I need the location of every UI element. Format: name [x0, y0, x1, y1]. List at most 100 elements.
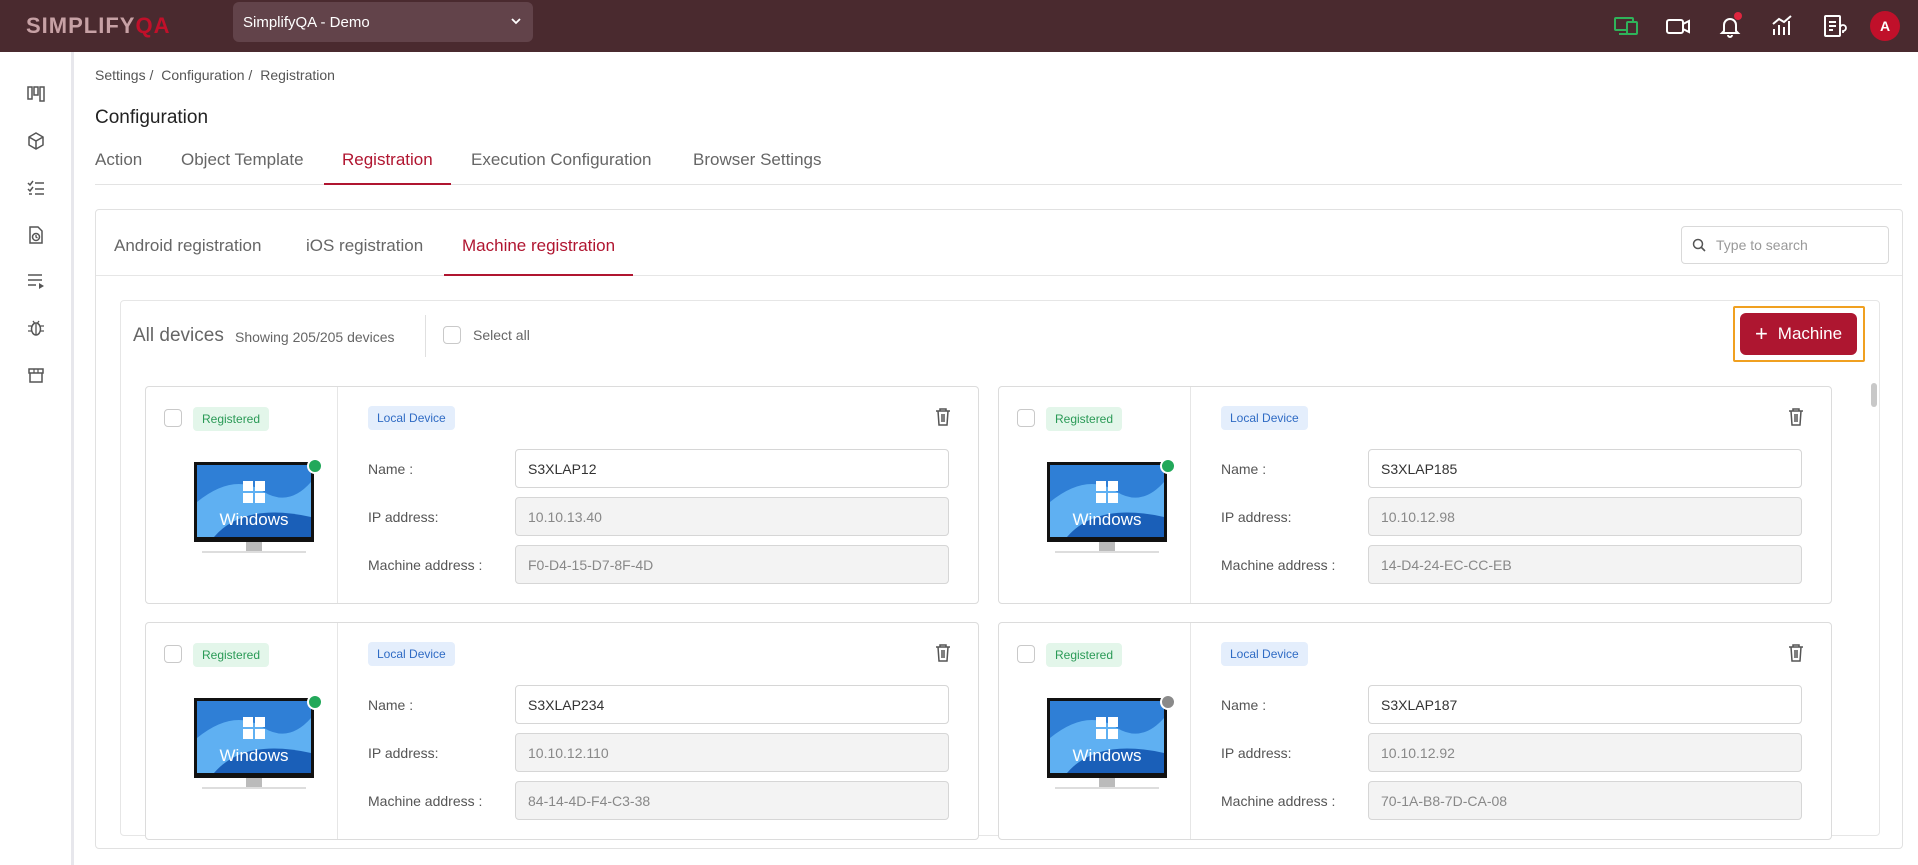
machine-address-field: F0-D4-15-D7-8F-4D: [515, 545, 949, 584]
machine-address-field: 14-D4-24-EC-CC-EB: [1368, 545, 1802, 584]
name-label: Name :: [1221, 697, 1267, 713]
playlist-icon[interactable]: [24, 269, 48, 293]
add-machine-highlight: + Machine: [1733, 306, 1865, 362]
mac-label: Machine address :: [1221, 793, 1336, 809]
name-label: Name :: [368, 697, 414, 713]
divider: [425, 315, 426, 357]
tab-ios-registration[interactable]: iOS registration: [306, 236, 423, 276]
windows-monitor-icon: Windows: [194, 698, 314, 789]
device-checkbox[interactable]: [1017, 645, 1035, 663]
tab-registration[interactable]: Registration: [324, 150, 451, 185]
avatar[interactable]: A: [1870, 11, 1900, 41]
status-badge: Registered: [1046, 643, 1123, 667]
device-card: Registered Windows Local Device Name : S…: [998, 386, 1832, 604]
tab-action[interactable]: Action: [95, 150, 142, 185]
kanban-icon[interactable]: [24, 82, 48, 106]
scrollbar-thumb[interactable]: [1871, 383, 1877, 407]
os-label: Windows: [1073, 746, 1142, 765]
device-name-field[interactable]: S3XLAP12: [515, 449, 949, 488]
ip-address-field: 10.10.12.98: [1368, 497, 1802, 536]
add-machine-label: Machine: [1777, 324, 1843, 343]
os-label: Windows: [220, 746, 289, 765]
device-card: Registered Windows Local Device Name : S…: [998, 622, 1832, 840]
windows-monitor-icon: Windows: [1047, 698, 1167, 789]
ip-label: IP address:: [1221, 509, 1292, 525]
device-name-field[interactable]: S3XLAP234: [515, 685, 949, 724]
windows-monitor-icon: Windows: [1047, 462, 1167, 553]
tab-object-template[interactable]: Object Template: [181, 150, 304, 185]
name-label: Name :: [368, 461, 414, 477]
bug-icon[interactable]: [24, 316, 48, 340]
online-status-dot: [1160, 458, 1176, 474]
device-type-badge: Local Device: [1221, 642, 1308, 666]
tab-android-registration[interactable]: Android registration: [114, 236, 261, 276]
mac-label: Machine address :: [368, 557, 483, 573]
breadcrumb-configuration[interactable]: Configuration /: [161, 67, 252, 83]
sub-tabs: Android registration iOS registration Ma…: [96, 210, 1902, 276]
file-clock-icon[interactable]: [24, 223, 48, 247]
status-badge: Registered: [1046, 407, 1123, 431]
breadcrumb-settings[interactable]: Settings /: [95, 67, 153, 83]
chevron-down-icon: [511, 18, 521, 25]
package-icon[interactable]: [24, 129, 48, 153]
add-machine-button[interactable]: + Machine: [1740, 313, 1857, 355]
report-icon[interactable]: [1808, 8, 1860, 44]
app-logo[interactable]: SIMPLIFYQA: [26, 13, 170, 39]
project-select[interactable]: SimplifyQA - Demo: [233, 2, 533, 42]
registration-panel: Android registration iOS registration Ma…: [95, 209, 1903, 849]
top-bar: SIMPLIFYQA SimplifyQA - Demo A: [0, 0, 1918, 52]
device-checkbox[interactable]: [1017, 409, 1035, 427]
os-label: Windows: [220, 510, 289, 529]
mac-label: Machine address :: [368, 793, 483, 809]
trash-icon[interactable]: [1787, 643, 1805, 663]
device-type-badge: Local Device: [368, 642, 455, 666]
page-title: Configuration: [95, 107, 209, 128]
breadcrumb: Settings / Configuration / Registration: [95, 67, 339, 83]
online-status-dot: [307, 694, 323, 710]
tab-browser-settings[interactable]: Browser Settings: [693, 150, 822, 185]
device-name-field[interactable]: S3XLAP187: [1368, 685, 1802, 724]
video-icon[interactable]: [1652, 8, 1704, 44]
all-devices-title: All devices: [133, 325, 224, 346]
device-type-badge: Local Device: [1221, 406, 1308, 430]
select-all-label: Select all: [473, 327, 530, 343]
name-label: Name :: [1221, 461, 1267, 477]
ip-label: IP address:: [368, 745, 439, 761]
search-input[interactable]: [1716, 237, 1876, 253]
device-type-badge: Local Device: [368, 406, 455, 430]
sidebar: [0, 52, 74, 865]
machine-address-field: 70-1A-B8-7D-CA-08: [1368, 781, 1802, 820]
device-card: Registered Windows Local Device Name : S…: [145, 622, 979, 840]
tab-execution-configuration[interactable]: Execution Configuration: [471, 150, 652, 185]
devices-icon[interactable]: [1600, 8, 1652, 44]
device-name-field[interactable]: S3XLAP185: [1368, 449, 1802, 488]
select-all-checkbox[interactable]: [443, 326, 461, 344]
windows-monitor-icon: Windows: [194, 462, 314, 553]
trash-icon[interactable]: [1787, 407, 1805, 427]
device-checkbox[interactable]: [164, 645, 182, 663]
online-status-dot: [307, 458, 323, 474]
store-icon[interactable]: [24, 363, 48, 387]
os-label: Windows: [1073, 510, 1142, 529]
logo-main: SIMPLIFY: [26, 13, 136, 38]
bell-icon[interactable]: [1704, 8, 1756, 44]
trash-icon[interactable]: [934, 643, 952, 663]
tab-machine-registration[interactable]: Machine registration: [444, 236, 634, 276]
main-tabs: Action Object Template Registration Exec…: [95, 146, 1902, 185]
select-all[interactable]: Select all: [443, 326, 530, 344]
devices-area: All devices Showing 205/205 devices Sele…: [120, 300, 1880, 840]
ip-label: IP address:: [1221, 745, 1292, 761]
analytics-icon[interactable]: [1756, 8, 1808, 44]
ip-label: IP address:: [368, 509, 439, 525]
device-checkbox[interactable]: [164, 409, 182, 427]
ip-address-field: 10.10.12.110: [515, 733, 949, 772]
devices-header: All devices Showing 205/205 devices Sele…: [121, 301, 1879, 371]
logo-accent: QA: [135, 13, 171, 38]
device-card: Registered Windows Local Device Name : S…: [145, 386, 979, 604]
breadcrumb-registration: Registration: [260, 67, 335, 83]
trash-icon[interactable]: [934, 407, 952, 427]
search-icon: [1692, 238, 1706, 252]
checklist-icon[interactable]: [24, 176, 48, 200]
machine-address-field: 84-14-4D-F4-C3-38: [515, 781, 949, 820]
devices-count: Showing 205/205 devices: [235, 329, 395, 345]
